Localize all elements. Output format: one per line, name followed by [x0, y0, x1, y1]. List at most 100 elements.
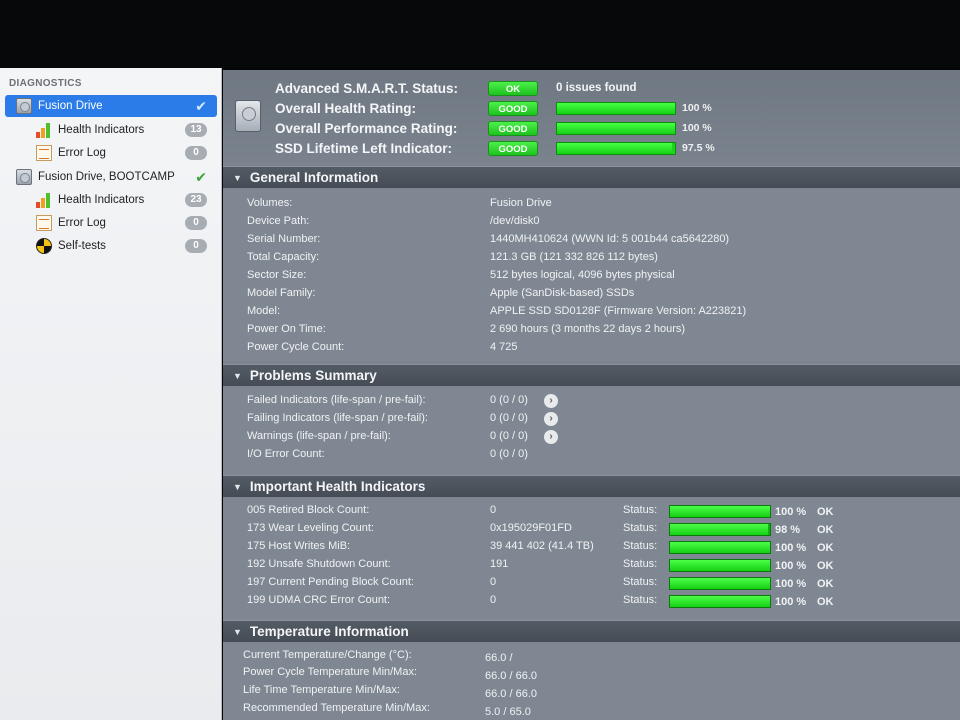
disclosure-triangle-icon[interactable]: ▼ [233, 627, 242, 637]
problem-label: Failed Indicators (life-span / pre-fail)… [247, 394, 426, 406]
indicator-label: 175 Host Writes MiB: [247, 540, 351, 552]
section-health-header[interactable]: ▼ Important Health Indicators [223, 475, 960, 497]
health-rating-pill: GOOD [488, 100, 538, 116]
lifetime-left-row: SSD Lifetime Left Indicator: GOOD 97.5 % [275, 138, 955, 158]
indicator-percent: 100 % [775, 560, 807, 572]
section-title: General Information [249, 170, 379, 185]
indicator-percent: 98 % [775, 524, 801, 536]
sidebar-item-fusion-drive[interactable]: Fusion Drive ✔ [5, 95, 217, 117]
section-title: Important Health Indicators [249, 479, 426, 494]
general-value: /dev/disk0 [490, 215, 540, 227]
lifetime-left-pill: GOOD [488, 140, 538, 156]
section-title: Problems Summary [249, 368, 377, 383]
sidebar-item-health-indicators[interactable]: Health Indicators 13 [5, 119, 217, 141]
sidebar-item-label: Error Log [58, 147, 106, 159]
count-badge: 23 [185, 193, 207, 207]
smart-status-text: 0 issues found [556, 82, 637, 94]
smart-status-pill: OK [488, 80, 538, 96]
temperature-value: 66.0 / [485, 652, 513, 664]
sidebar-heading: DIAGNOSTICS [9, 78, 82, 89]
check-icon: ✔ [195, 97, 207, 114]
sidebar-item-self-tests[interactable]: Self-tests 0 [5, 235, 217, 257]
details-arrow-icon[interactable]: › [544, 430, 558, 444]
indicator-state: OK [817, 524, 834, 536]
section-general-header[interactable]: ▼ General Information [223, 166, 960, 188]
indicator-state: OK [817, 560, 834, 572]
temperature-label: Power Cycle Temperature Min/Max: [243, 666, 418, 678]
count-badge: 0 [185, 239, 207, 253]
indicator-bar [669, 559, 771, 572]
lifetime-left-percent: 97.5 % [682, 142, 715, 154]
problem-value: 0 (0 / 0) [490, 430, 528, 442]
health-summary: Advanced S.M.A.R.T. Status: OK 0 issues … [223, 70, 960, 162]
status-label: Status: [623, 576, 658, 588]
section-health-body: 005 Retired Block Count: 0 Status: 100 %… [223, 498, 960, 620]
general-label: Serial Number: [247, 233, 321, 245]
health-bars-icon [36, 192, 52, 208]
general-label: Total Capacity: [247, 251, 320, 263]
sidebar-item-health-indicators[interactable]: Health Indicators 23 [5, 189, 217, 211]
indicator-value: 0 [490, 576, 497, 588]
count-badge: 0 [185, 146, 207, 160]
indicator-value: 0 [490, 504, 497, 516]
general-label: Power Cycle Count: [247, 341, 345, 353]
count-badge: 13 [185, 123, 207, 137]
main-panel: Advanced S.M.A.R.T. Status: OK 0 issues … [223, 70, 960, 720]
indicator-percent: 100 % [775, 596, 807, 608]
indicator-state: OK [817, 596, 834, 608]
temperature-label: Recommended Temperature Min/Max: [243, 702, 430, 714]
general-label: Model: [247, 305, 281, 317]
general-label: Volumes: [247, 197, 293, 209]
indicator-bar [669, 595, 771, 608]
health-rating-row: Overall Health Rating: GOOD 100 % [275, 98, 955, 118]
health-rating-percent: 100 % [682, 102, 712, 114]
self-test-icon [36, 238, 52, 254]
problem-value: 0 (0 / 0) [490, 394, 528, 406]
details-arrow-icon[interactable]: › [544, 412, 558, 426]
disclosure-triangle-icon[interactable]: ▼ [233, 482, 242, 492]
check-icon: ✔ [195, 168, 207, 185]
indicator-value: 0 [490, 594, 497, 606]
indicator-label: 005 Retired Block Count: [247, 504, 370, 516]
section-general-body: Volumes: Fusion Drive Device Path: /dev/… [223, 189, 960, 361]
health-rating-bar [556, 101, 676, 115]
general-value: Apple (SanDisk-based) SSDs [490, 287, 635, 299]
sidebar-item-error-log[interactable]: Error Log 0 [5, 142, 217, 164]
sidebar-item-label: Fusion Drive [38, 100, 103, 112]
disclosure-triangle-icon[interactable]: ▼ [233, 371, 242, 381]
problem-value: 0 (0 / 0) [490, 412, 528, 424]
general-value: 4 725 [490, 341, 518, 353]
sidebar-item-label: Fusion Drive, BOOTCAMP [38, 171, 175, 183]
problem-label: I/O Error Count: [247, 448, 325, 460]
general-value: APPLE SSD SD0128F (Firmware Version: A22… [490, 305, 747, 317]
temperature-label: Life Time Temperature Min/Max: [243, 684, 400, 696]
sidebar-item-label: Self-tests [58, 240, 106, 252]
section-title: Temperature Information [249, 624, 409, 639]
indicator-state: OK [817, 578, 834, 590]
log-icon [36, 145, 52, 161]
sidebar-item-fusion-drive-bootcamp[interactable]: Fusion Drive, BOOTCAMP ✔ [5, 166, 217, 188]
indicator-value: 0x195029F01FD [490, 522, 572, 534]
section-temperature-body: Current Temperature/Change (°C): 66.0 / … [223, 643, 960, 720]
sidebar: DIAGNOSTICS Fusion Drive ✔ Health Indica… [0, 68, 222, 720]
status-label: Status: [623, 558, 658, 570]
indicator-value: 191 [490, 558, 509, 570]
status-label: Status: [623, 522, 658, 534]
disclosure-triangle-icon[interactable]: ▼ [233, 173, 242, 183]
indicator-label: 173 Wear Leveling Count: [247, 522, 374, 534]
section-problems-header[interactable]: ▼ Problems Summary [223, 364, 960, 386]
section-temperature-header[interactable]: ▼ Temperature Information [223, 620, 960, 642]
problem-value: 0 (0 / 0) [490, 448, 528, 460]
performance-rating-label: Overall Performance Rating: [275, 120, 458, 136]
lifetime-left-bar [556, 141, 676, 155]
details-arrow-icon[interactable]: › [544, 394, 558, 408]
section-problems-body: Failed Indicators (life-span / pre-fail)… [223, 387, 960, 475]
sidebar-item-label: Error Log [58, 217, 106, 229]
performance-rating-bar [556, 121, 676, 135]
indicator-label: 192 Unsafe Shutdown Count: [247, 558, 391, 570]
indicator-label: 199 UDMA CRC Error Count: [247, 594, 391, 606]
count-badge: 0 [185, 216, 207, 230]
general-value: 512 bytes logical, 4096 bytes physical [490, 269, 675, 281]
status-label: Status: [623, 540, 658, 552]
sidebar-item-error-log[interactable]: Error Log 0 [5, 212, 217, 234]
